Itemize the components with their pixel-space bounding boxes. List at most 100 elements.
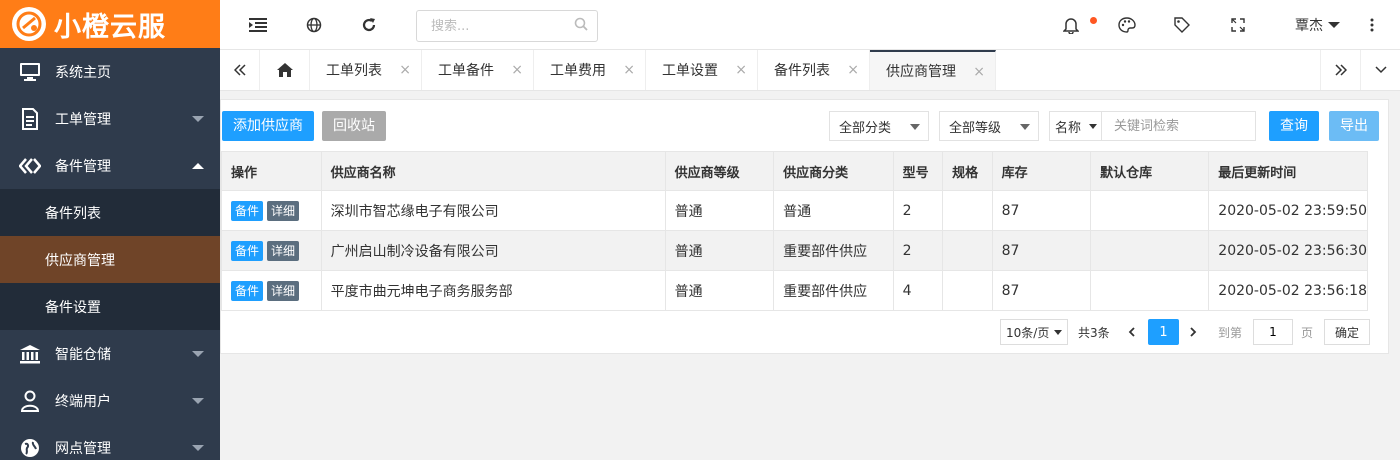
sidebar: 小橙云服 系统主页 工单管理 备件管理 备件列表 供应商管理 备件设置 智能仓储… (0, 0, 220, 460)
supplier-name-cell: 广州启山制冷设备有限公司 (320, 230, 666, 271)
column-header[interactable]: 供应商分类 (773, 151, 894, 191)
tabs-scroll-left-icon[interactable] (220, 50, 260, 90)
recycle-bin-button[interactable]: 回收站 (322, 111, 386, 141)
more-icon[interactable] (1360, 13, 1384, 37)
tab-workorder-list[interactable]: 工单列表 × (310, 50, 422, 90)
chevron-down-icon (192, 350, 204, 357)
palette-icon[interactable] (1115, 13, 1139, 37)
user-name: 覃杰 (1295, 18, 1323, 34)
tabs-menu-chevron-down-icon[interactable] (1360, 50, 1400, 90)
model-cell: 2 (892, 190, 944, 231)
globe-icon[interactable] (302, 13, 326, 37)
sidebar-item-outlets[interactable]: 网点管理 (0, 424, 220, 460)
model-cell: 2 (892, 230, 944, 271)
brand-logo[interactable]: 小橙云服 (0, 0, 220, 48)
bell-icon[interactable] (1059, 13, 1083, 37)
warehouse-cell (1090, 190, 1210, 231)
sidebar-item-parts[interactable]: 备件管理 (0, 142, 220, 189)
sidebar-item-end-users[interactable]: 终端用户 (0, 377, 220, 424)
close-icon[interactable]: × (847, 62, 859, 78)
category-filter-value: 全部分类 (839, 120, 892, 136)
detail-button[interactable]: 详细 (267, 200, 300, 221)
sidebar-subitem-parts-settings[interactable]: 备件设置 (0, 283, 220, 330)
page-unit-label: 页 (1301, 325, 1314, 340)
column-header[interactable]: 最后更新时间 (1208, 151, 1368, 191)
export-button[interactable]: 导出 (1329, 111, 1379, 141)
column-header[interactable]: 库存 (991, 151, 1092, 191)
chevron-down-icon (1054, 330, 1062, 335)
tabs-scroll-right-icon[interactable] (1320, 50, 1360, 90)
home-tab[interactable] (260, 50, 310, 90)
bank-icon (18, 342, 42, 366)
table-row: 备件 详细 广州启山制冷设备有限公司 普通 重要部件供应 2 87 2020-05… (221, 230, 1368, 271)
query-button[interactable]: 查询 (1269, 111, 1319, 141)
close-icon[interactable]: × (399, 62, 411, 78)
sidebar-subitem-parts-list[interactable]: 备件列表 (0, 189, 220, 236)
fullscreen-icon[interactable] (1226, 13, 1250, 37)
warehouse-cell (1090, 230, 1210, 271)
goto-confirm-button[interactable]: 确定 (1324, 319, 1370, 345)
next-page-icon[interactable] (1189, 319, 1197, 345)
stock-cell: 87 (991, 190, 1092, 231)
chevron-down-icon (192, 444, 204, 451)
detail-button[interactable]: 详细 (267, 240, 300, 261)
tab-parts-list[interactable]: 备件列表 × (758, 50, 870, 90)
parts-button[interactable]: 备件 (231, 200, 264, 221)
user-menu[interactable]: 覃杰 (1295, 15, 1340, 35)
row-actions: 备件 详细 (221, 230, 322, 271)
supplier-name-cell: 深圳市智芯缘电子有限公司 (320, 190, 666, 231)
tag-icon[interactable] (1170, 13, 1194, 37)
sidebar-item-label: 网点管理 (55, 440, 111, 457)
search-icon[interactable] (574, 17, 588, 35)
close-icon[interactable]: × (973, 64, 985, 80)
tab-supplier-management[interactable]: 供应商管理 × (870, 50, 996, 90)
spec-cell (942, 270, 993, 311)
supplier-table: 操作 供应商名称 供应商等级 供应商分类 型号 规格 库存 默认仓库 最后更新时… (221, 151, 1368, 311)
prev-page-icon[interactable] (1128, 319, 1136, 345)
search-field-select[interactable]: 名称 (1050, 112, 1102, 140)
column-header[interactable]: 供应商等级 (664, 151, 775, 191)
globe-icon (18, 436, 42, 460)
sidebar-item-home[interactable]: 系统主页 (0, 48, 220, 95)
close-icon[interactable]: × (623, 62, 635, 78)
supplier-name-cell: 平度市曲元坤电子商务服务部 (320, 270, 666, 311)
column-header[interactable]: 规格 (942, 151, 993, 191)
chevron-down-icon (192, 115, 204, 122)
menu-toggle-icon[interactable] (246, 13, 270, 37)
spec-cell (942, 230, 993, 271)
close-icon[interactable]: × (735, 62, 747, 78)
category-filter-select[interactable]: 全部分类 (829, 111, 929, 141)
page-size-select[interactable]: 10条/页 (1000, 319, 1068, 345)
sidebar-item-workorders[interactable]: 工单管理 (0, 95, 220, 142)
close-icon[interactable]: × (511, 62, 523, 78)
sidebar-subitem-label: 供应商管理 (45, 252, 115, 269)
sidebar-item-label: 工单管理 (55, 111, 111, 128)
tab-workorder-fees[interactable]: 工单费用 × (534, 50, 646, 90)
column-header[interactable]: 型号 (892, 151, 944, 191)
supplier-category-cell: 重要部件供应 (773, 270, 894, 311)
chevron-down-icon (1089, 124, 1097, 129)
supplier-category-cell: 普通 (773, 190, 894, 231)
tab-workorder-settings[interactable]: 工单设置 × (646, 50, 758, 90)
sidebar-item-label: 终端用户 (55, 393, 111, 410)
tab-bar: 工单列表 × 工单备件 × 工单费用 × 工单设置 × 备件列表 × 供应商管理 × (220, 50, 1400, 91)
sidebar-item-warehouse[interactable]: 智能仓储 (0, 330, 220, 377)
add-supplier-button[interactable]: 添加供应商 (222, 111, 314, 141)
column-header[interactable]: 默认仓库 (1090, 151, 1210, 191)
chevron-down-icon (910, 124, 920, 130)
brand-name: 小橙云服 (54, 11, 166, 43)
tab-workorder-parts[interactable]: 工单备件 × (422, 50, 534, 90)
current-page-button[interactable]: 1 (1148, 319, 1179, 345)
parts-button[interactable]: 备件 (231, 240, 264, 261)
parts-button[interactable]: 备件 (231, 280, 264, 301)
search-input[interactable] (416, 10, 598, 42)
level-filter-select[interactable]: 全部等级 (939, 111, 1039, 141)
supplier-category-cell: 重要部件供应 (773, 230, 894, 271)
sidebar-subitem-supplier-management[interactable]: 供应商管理 (0, 236, 220, 283)
refresh-icon[interactable] (357, 13, 381, 37)
column-header[interactable]: 供应商名称 (320, 151, 666, 191)
goto-page-input[interactable] (1253, 319, 1293, 345)
detail-button[interactable]: 详细 (267, 280, 300, 301)
goto-label: 到第 (1218, 325, 1243, 340)
monitor-icon (18, 60, 42, 84)
